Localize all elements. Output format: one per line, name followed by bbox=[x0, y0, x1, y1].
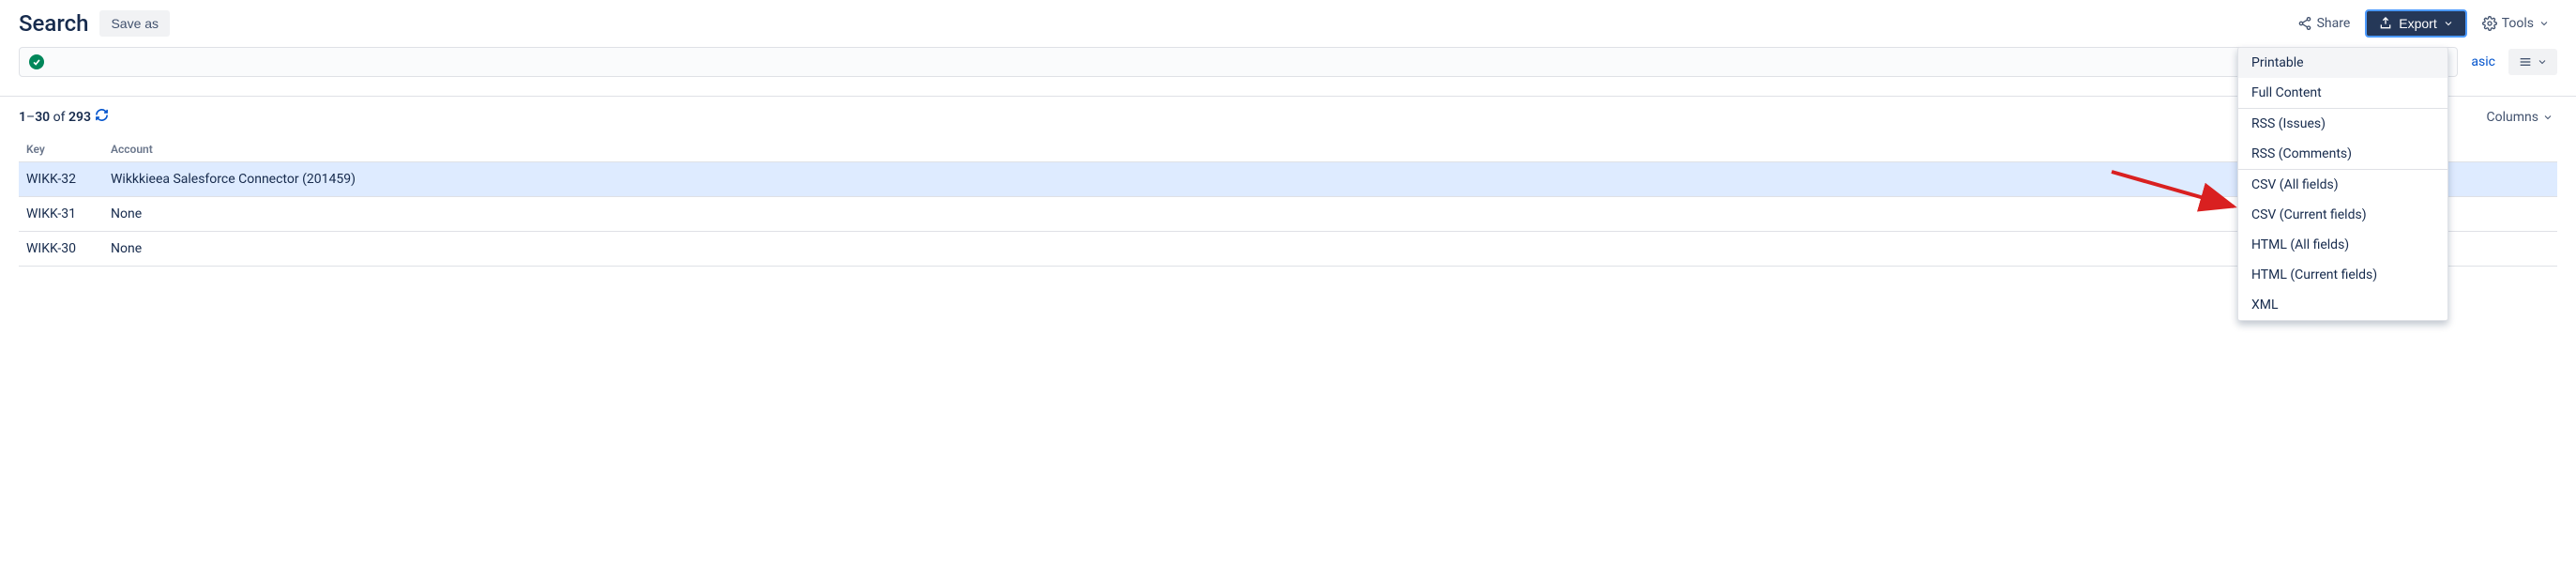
table-row[interactable]: WIKK-30None bbox=[19, 232, 2557, 267]
columns-label: Columns bbox=[2487, 110, 2538, 125]
table-row[interactable]: WIKK-31None bbox=[19, 197, 2557, 232]
save-as-button[interactable]: Save as bbox=[99, 10, 170, 37]
export-menu-item[interactable]: HTML (Current fields) bbox=[2238, 260, 2447, 290]
account-cell: Wikkkieea Salesforce Connector (201459) bbox=[103, 162, 2557, 197]
chevron-down-icon bbox=[2443, 18, 2454, 29]
export-menu-item[interactable]: Full Content bbox=[2238, 78, 2447, 108]
section-divider bbox=[0, 96, 2576, 97]
export-dropdown: PrintableFull ContentRSS (Issues)RSS (Co… bbox=[2237, 47, 2448, 321]
jql-query-input[interactable] bbox=[19, 47, 2458, 77]
issue-key-link[interactable]: WIKK-32 bbox=[19, 162, 103, 197]
account-cell: None bbox=[103, 232, 2557, 267]
share-button[interactable]: Share bbox=[2290, 10, 2358, 37]
results-table: Key Account WIKK-32Wikkkieea Salesforce … bbox=[19, 137, 2557, 267]
pagination-info: 1–30 of 293 bbox=[19, 108, 109, 126]
refresh-icon[interactable] bbox=[95, 108, 109, 126]
view-switcher-button[interactable] bbox=[2508, 49, 2557, 75]
page-title: Search bbox=[19, 10, 88, 37]
tools-button[interactable]: Tools bbox=[2475, 10, 2557, 37]
export-menu-item[interactable]: CSV (All fields) bbox=[2238, 170, 2447, 200]
issue-key-link[interactable]: WIKK-30 bbox=[19, 232, 103, 267]
export-menu-item[interactable]: RSS (Comments) bbox=[2238, 139, 2447, 169]
share-icon bbox=[2297, 16, 2312, 31]
gear-icon bbox=[2482, 16, 2497, 31]
export-menu-item[interactable]: RSS (Issues) bbox=[2238, 109, 2447, 139]
issue-key-link[interactable]: WIKK-31 bbox=[19, 197, 103, 232]
column-header-account[interactable]: Account bbox=[103, 137, 2557, 162]
export-icon bbox=[2378, 16, 2393, 31]
share-label: Share bbox=[2317, 16, 2351, 31]
column-header-key[interactable]: Key bbox=[19, 137, 103, 162]
export-menu-item[interactable]: CSV (Current fields) bbox=[2238, 200, 2447, 230]
account-cell: None bbox=[103, 197, 2557, 232]
hamburger-icon bbox=[2518, 54, 2533, 69]
chevron-down-icon bbox=[2538, 18, 2550, 29]
export-menu-item[interactable]: HTML (All fields) bbox=[2238, 230, 2447, 260]
export-menu-item[interactable]: XML bbox=[2238, 290, 2447, 320]
tools-label: Tools bbox=[2502, 16, 2534, 31]
export-menu-item[interactable]: Printable bbox=[2238, 48, 2447, 78]
valid-check-icon bbox=[29, 54, 44, 69]
header-actions: Share Export Tools PrintableFull Content… bbox=[2290, 9, 2557, 38]
chevron-down-icon bbox=[2542, 112, 2553, 123]
export-button[interactable]: Export bbox=[2365, 9, 2466, 38]
basic-switch-link[interactable]: asic bbox=[2467, 49, 2499, 75]
export-label: Export bbox=[2399, 16, 2436, 31]
table-row[interactable]: WIKK-32Wikkkieea Salesforce Connector (2… bbox=[19, 162, 2557, 197]
columns-button[interactable]: Columns bbox=[2487, 110, 2557, 125]
chevron-down-icon bbox=[2537, 56, 2548, 68]
